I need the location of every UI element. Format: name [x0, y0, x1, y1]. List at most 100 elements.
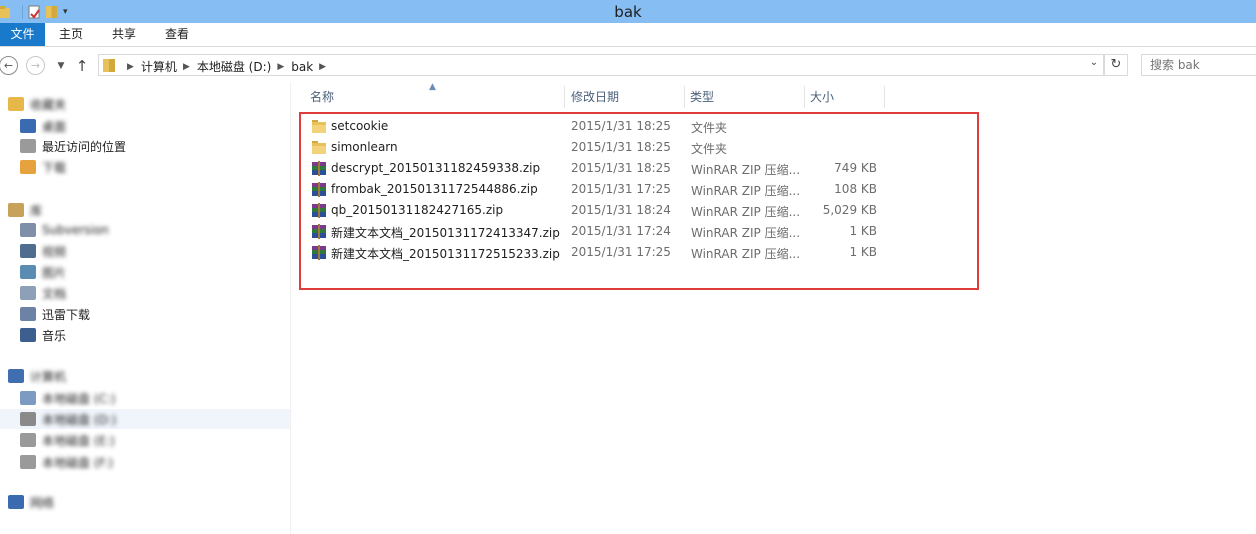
- recent-locations-button[interactable]: ▼: [55, 56, 67, 75]
- drive-icon: [20, 391, 36, 405]
- file-date: 2015/1/31 17:24: [571, 224, 671, 238]
- folder-icon: [103, 59, 115, 72]
- file-name: 新建文本文档_20150131172515233.zip: [331, 247, 560, 261]
- file-type: 文件夹: [691, 142, 728, 156]
- file-list: ▲ 名称 修改日期 类型 大小 setcookie 2015/1/31 18:25…: [300, 82, 1256, 534]
- breadcrumb-computer[interactable]: 计算机: [141, 58, 177, 75]
- nav-label: 本地磁盘 (F:): [42, 455, 114, 470]
- file-size: 1 KB: [849, 245, 877, 259]
- search-box[interactable]: [1141, 54, 1256, 76]
- forward-button[interactable]: →: [26, 56, 45, 75]
- column-divider[interactable]: [884, 86, 885, 108]
- nav-videos[interactable]: 视频: [20, 241, 66, 261]
- nav-drive-f[interactable]: 本地磁盘 (F:): [20, 452, 113, 472]
- nav-downloads[interactable]: 下载: [20, 157, 66, 177]
- column-divider[interactable]: [564, 86, 565, 108]
- nav-label: 迅雷下载: [42, 307, 91, 322]
- nav-label: 收藏夹: [30, 97, 67, 112]
- address-row: ← → ▼ ↑ ▶ 计算机 ▶ 本地磁盘 (D:) ▶ bak ▶ ⌄ ↻: [0, 48, 1256, 82]
- chevron-right-icon[interactable]: ▶: [127, 62, 134, 72]
- address-history-dropdown-icon[interactable]: ⌄: [1087, 57, 1101, 71]
- file-size: 1 KB: [849, 224, 877, 238]
- winrar-zip-icon: [312, 224, 326, 239]
- nav-drive-e[interactable]: 本地磁盘 (E:): [20, 430, 115, 450]
- up-button[interactable]: ↑: [74, 56, 90, 75]
- file-row[interactable]: 新建文本文档_20150131172413347.zip 2015/1/31 17…: [300, 221, 900, 242]
- navigation-pane: 收藏夹 桌面 最近访问的位置 下载 库 Subversion 视频 图片 文档 …: [0, 82, 291, 534]
- libraries-icon: [8, 203, 24, 217]
- column-header-name[interactable]: 名称: [310, 86, 334, 108]
- desktop-icon: [20, 119, 36, 133]
- recent-places-icon: [20, 139, 36, 153]
- library-icon: [20, 307, 36, 321]
- file-name: setcookie: [331, 119, 389, 133]
- pictures-icon: [20, 265, 36, 279]
- videos-icon: [20, 244, 36, 258]
- refresh-button[interactable]: ↻: [1104, 54, 1128, 76]
- address-bar[interactable]: ▶ 计算机 ▶ 本地磁盘 (D:) ▶ bak ▶ ⌄: [98, 54, 1104, 76]
- arrow-up-icon: ↑: [75, 56, 89, 75]
- chevron-right-icon[interactable]: ▶: [319, 62, 326, 72]
- nav-library-subversion[interactable]: Subversion: [20, 220, 109, 240]
- nav-label: 计算机: [30, 369, 67, 384]
- nav-network[interactable]: 网络: [8, 492, 54, 512]
- column-header-type[interactable]: 类型: [690, 86, 714, 108]
- sort-ascending-icon: ▲: [429, 82, 436, 92]
- nav-label: 视频: [42, 244, 67, 259]
- column-divider[interactable]: [804, 86, 805, 108]
- file-type: WinRAR ZIP 压缩...: [691, 247, 801, 261]
- file-row[interactable]: simonlearn 2015/1/31 18:25 文件夹: [300, 137, 900, 158]
- file-row[interactable]: setcookie 2015/1/31 18:25 文件夹: [300, 116, 900, 137]
- drive-icon: [20, 455, 36, 469]
- file-row[interactable]: descrypt_20150131182459338.zip 2015/1/31 …: [300, 158, 900, 179]
- winrar-zip-icon: [312, 182, 326, 197]
- breadcrumb-drive-d[interactable]: 本地磁盘 (D:): [197, 58, 271, 75]
- column-header-size[interactable]: 大小: [810, 86, 834, 108]
- nav-desktop[interactable]: 桌面: [20, 116, 66, 136]
- nav-music[interactable]: 音乐: [20, 325, 66, 345]
- nav-libraries[interactable]: 库: [8, 200, 42, 220]
- nav-recent-places[interactable]: 最近访问的位置: [20, 136, 126, 156]
- refresh-icon: ↻: [1110, 57, 1122, 72]
- search-input[interactable]: [1150, 57, 1250, 73]
- nav-drive-d[interactable]: 本地磁盘 (D:): [0, 409, 290, 429]
- winrar-zip-icon: [312, 203, 326, 218]
- file-size: 749 KB: [834, 161, 877, 175]
- nav-label: 音乐: [42, 328, 67, 343]
- chevron-right-icon[interactable]: ▶: [183, 62, 190, 72]
- breadcrumb-bak[interactable]: bak: [291, 60, 313, 74]
- drive-icon: [20, 433, 36, 447]
- tab-view[interactable]: 查看: [151, 23, 203, 46]
- title-bar: ▾ bak: [0, 0, 1256, 23]
- file-type: WinRAR ZIP 压缩...: [691, 184, 801, 198]
- tab-file[interactable]: 文件: [0, 23, 45, 46]
- star-icon: [8, 97, 24, 111]
- file-name: descrypt_20150131182459338.zip: [331, 161, 541, 175]
- file-size: 108 KB: [834, 182, 877, 196]
- file-row[interactable]: frombak_20150131172544886.zip 2015/1/31 1…: [300, 179, 900, 200]
- nav-computer[interactable]: 计算机: [8, 366, 66, 386]
- file-date: 2015/1/31 18:24: [571, 203, 671, 217]
- nav-library-xunlei[interactable]: 迅雷下载: [20, 304, 90, 324]
- file-row[interactable]: 新建文本文档_20150131172515233.zip 2015/1/31 17…: [300, 242, 900, 263]
- folder-icon: [312, 120, 326, 133]
- tab-share[interactable]: 共享: [97, 23, 151, 46]
- nav-label: 本地磁盘 (C:): [42, 391, 116, 406]
- chevron-right-icon[interactable]: ▶: [277, 62, 284, 72]
- column-divider[interactable]: [684, 86, 685, 108]
- nav-drive-c[interactable]: 本地磁盘 (C:): [20, 388, 116, 408]
- file-name: qb_20150131182427165.zip: [331, 203, 504, 217]
- file-type: 文件夹: [691, 121, 728, 135]
- file-size: 5,029 KB: [822, 203, 877, 217]
- nav-pictures[interactable]: 图片: [20, 262, 66, 282]
- back-button[interactable]: ←: [0, 56, 18, 75]
- nav-documents[interactable]: 文档: [20, 283, 66, 303]
- tab-home[interactable]: 主页: [45, 23, 97, 46]
- library-icon: [20, 223, 36, 237]
- file-date: 2015/1/31 17:25: [571, 182, 671, 196]
- downloads-icon: [20, 160, 36, 174]
- nav-favorites[interactable]: 收藏夹: [8, 94, 66, 114]
- column-header-date[interactable]: 修改日期: [571, 86, 619, 108]
- file-row[interactable]: qb_20150131182427165.zip 2015/1/31 18:24 W…: [300, 200, 900, 221]
- file-date: 2015/1/31 18:25: [571, 119, 671, 133]
